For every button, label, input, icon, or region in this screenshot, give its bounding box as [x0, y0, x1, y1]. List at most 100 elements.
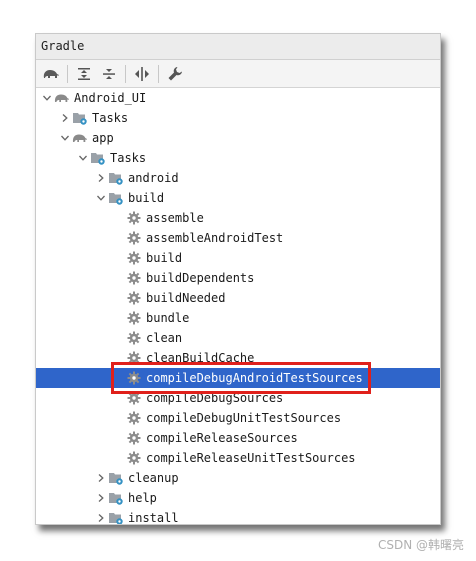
elephant-icon: [54, 90, 70, 106]
tree-item-label: Tasks: [92, 111, 129, 125]
tree-item[interactable]: cleanBuildCache: [36, 348, 440, 368]
elephant-icon[interactable]: [40, 63, 62, 85]
gear-icon: [126, 250, 142, 266]
tree-item-label: Android_UI: [74, 91, 147, 105]
gear-icon: [126, 210, 142, 226]
tree-item[interactable]: Tasks: [36, 108, 440, 128]
tree-item-label: build: [146, 251, 183, 265]
gear-icon: [126, 450, 142, 466]
tree-item[interactable]: bundle: [36, 308, 440, 328]
tree-item[interactable]: install: [36, 508, 440, 525]
tree-item-label: cleanBuildCache: [146, 351, 255, 365]
tree-item[interactable]: buildDependents: [36, 268, 440, 288]
tree-item-label: compileReleaseUnitTestSources: [146, 451, 356, 465]
chevron-down-icon[interactable]: [40, 88, 54, 108]
gear-icon: [126, 410, 142, 426]
tree-item-label: compileDebugSources: [146, 391, 284, 405]
task-folder-icon: [72, 110, 88, 126]
tree-item[interactable]: Android_UI: [36, 88, 440, 108]
chevron-down-icon[interactable]: [76, 148, 90, 168]
tree-item[interactable]: compileDebugSources: [36, 388, 440, 408]
wrench-icon[interactable]: [164, 63, 186, 85]
tree-item-label: compileReleaseSources: [146, 431, 298, 445]
tree-item-label: bundle: [146, 311, 190, 325]
toolbar-separator: [67, 64, 68, 83]
tree-item-label: compileDebugUnitTestSources: [146, 411, 342, 425]
gradle-toolbar: [36, 60, 440, 88]
tree-item[interactable]: compileReleaseUnitTestSources: [36, 448, 440, 468]
chevron-right-icon[interactable]: [94, 488, 108, 508]
chevron-right-icon[interactable]: [94, 508, 108, 524]
task-folder-icon: [108, 510, 124, 524]
tree-item[interactable]: build: [36, 188, 440, 208]
task-folder-icon: [108, 170, 124, 186]
tree-item-label: assembleAndroidTest: [146, 231, 284, 245]
tree-item-label: build: [128, 191, 165, 205]
toggle-offline-icon[interactable]: [131, 63, 153, 85]
tree-item-label: android: [128, 171, 179, 185]
chevron-down-icon[interactable]: [58, 128, 72, 148]
chevron-right-icon[interactable]: [58, 108, 72, 128]
tree-item-label: assemble: [146, 211, 204, 225]
gear-icon: [126, 270, 142, 286]
tree-item[interactable]: cleanup: [36, 468, 440, 488]
tree-item[interactable]: clean: [36, 328, 440, 348]
tree-item[interactable]: app: [36, 128, 440, 148]
toolbar-separator: [158, 64, 159, 83]
task-folder-icon: [90, 150, 106, 166]
tree-item[interactable]: assemble: [36, 208, 440, 228]
tree-item[interactable]: buildNeeded: [36, 288, 440, 308]
tree-item[interactable]: android: [36, 168, 440, 188]
gear-icon: [126, 350, 142, 366]
toolbar-separator: [125, 64, 126, 83]
tree-item-label: help: [128, 491, 157, 505]
task-folder-icon: [108, 470, 124, 486]
expand-all-icon[interactable]: [73, 63, 95, 85]
chevron-right-icon[interactable]: [94, 168, 108, 188]
gear-icon: [126, 230, 142, 246]
chevron-down-icon[interactable]: [94, 188, 108, 208]
gear-icon: [126, 330, 142, 346]
chevron-right-icon[interactable]: [94, 468, 108, 488]
tree-item-label: app: [92, 131, 114, 145]
tree-item-label: cleanup: [128, 471, 179, 485]
gear-icon: [126, 290, 142, 306]
gradle-tool-window: Gradle Android_UI Tasks app Tasks android bui…: [35, 33, 441, 525]
task-folder-icon: [108, 190, 124, 206]
watermark: CSDN @韩曙亮: [377, 538, 464, 552]
tree-item-label: Tasks: [110, 151, 147, 165]
tree-item-label: clean: [146, 331, 183, 345]
task-folder-icon: [108, 490, 124, 506]
gradle-task-tree: Android_UI Tasks app Tasks android build assem…: [36, 88, 440, 525]
tree-item[interactable]: Tasks: [36, 148, 440, 168]
gear-icon: [126, 390, 142, 406]
tree-item[interactable]: compileDebugAndroidTestSources: [36, 368, 440, 388]
tree-item-label: buildDependents: [146, 271, 255, 285]
gear-icon: [126, 370, 142, 386]
tool-window-title: Gradle: [36, 34, 440, 60]
tree-item-label: install: [128, 511, 179, 525]
tree-item-label: buildNeeded: [146, 291, 226, 305]
collapse-all-icon[interactable]: [98, 63, 120, 85]
gear-icon: [126, 310, 142, 326]
tree-item[interactable]: compileDebugUnitTestSources: [36, 408, 440, 428]
elephant-icon: [72, 130, 88, 146]
tree-item-label: compileDebugAndroidTestSources: [146, 371, 363, 385]
tree-item[interactable]: assembleAndroidTest: [36, 228, 440, 248]
tree-item[interactable]: build: [36, 248, 440, 268]
tree-item[interactable]: compileReleaseSources: [36, 428, 440, 448]
tree-item[interactable]: help: [36, 488, 440, 508]
